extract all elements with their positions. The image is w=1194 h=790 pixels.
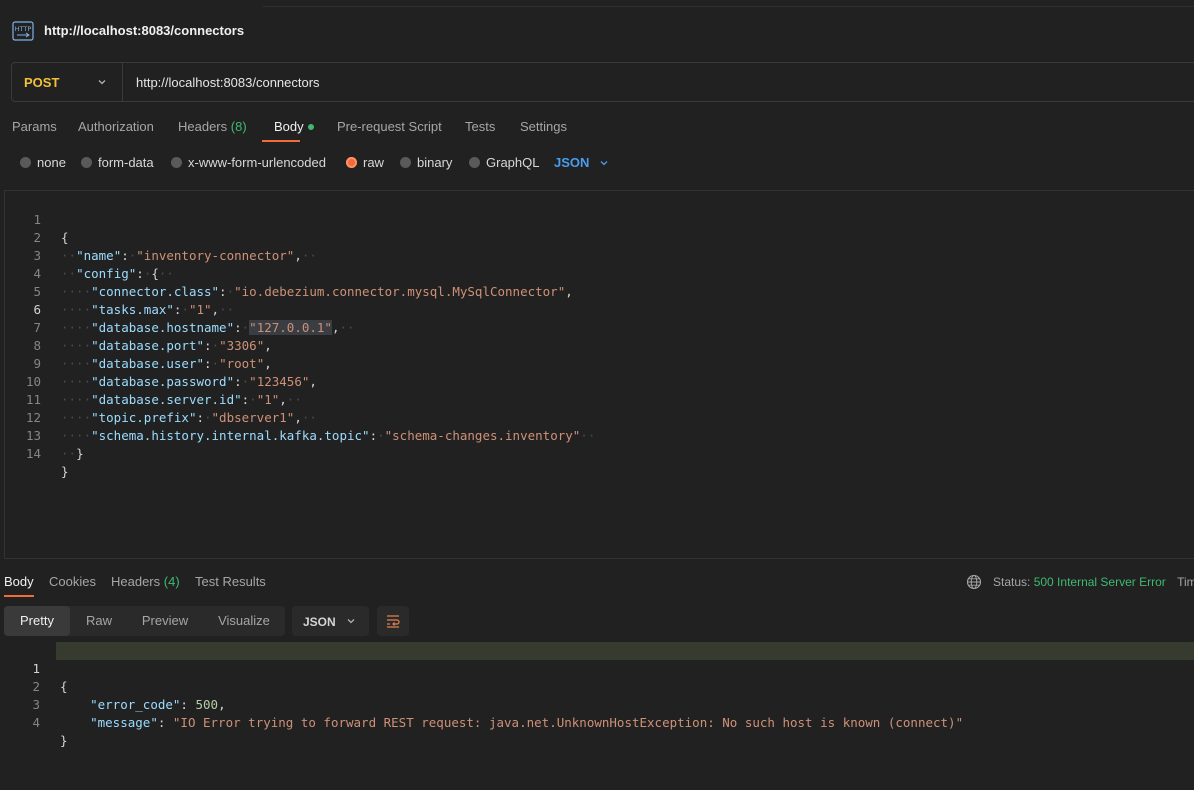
chevron-down-icon[interactable] — [598, 157, 610, 169]
tab-authorization[interactable]: Authorization — [78, 119, 154, 134]
radio-none[interactable]: none — [20, 155, 66, 170]
raw-language-select[interactable]: JSON — [554, 155, 589, 170]
view-pretty[interactable]: Pretty — [4, 606, 70, 636]
radio-label: binary — [417, 155, 453, 170]
response-format-select[interactable]: JSON — [292, 606, 369, 636]
radio-circle — [171, 157, 182, 169]
tab-strip-line — [263, 6, 1194, 7]
radio-circle-selected — [346, 157, 357, 169]
code-line: 4 } — [0, 696, 1194, 748]
code-line: 2 ··"name":·"inventory-connector",·· — [5, 211, 1194, 263]
radio-graphql[interactable]: GraphQL — [469, 155, 539, 170]
radio-circle — [469, 157, 480, 169]
chevron-down-icon[interactable] — [96, 76, 108, 88]
code-line: 10 ····"database.server.id":·"1",·· — [5, 355, 1194, 407]
response-tab-test-results[interactable]: Test Results — [195, 574, 266, 589]
view-preview[interactable]: Preview — [130, 606, 200, 636]
status-label: Status: — [993, 575, 1031, 589]
method-select[interactable]: POST — [24, 75, 59, 90]
radio-raw[interactable]: raw — [346, 155, 384, 170]
time-label: Tim — [1177, 575, 1194, 589]
modified-dot — [307, 123, 314, 130]
code-line: 5 ····"tasks.max":·"1",·· — [5, 265, 1194, 317]
title-bar: HTTP http://localhost:8083/connectors — [0, 0, 1194, 62]
globe-icon[interactable] — [966, 574, 982, 590]
active-tab-indicator — [262, 140, 300, 142]
radio-circle — [81, 157, 92, 169]
view-visualize[interactable]: Visualize — [206, 606, 282, 636]
radio-urlencoded[interactable]: x-www-form-urlencoded — [171, 155, 326, 170]
code-line: 1 { — [5, 193, 1194, 245]
headers-count: (8) — [230, 119, 247, 134]
tab-pre-request-script[interactable]: Pre-request Script — [337, 119, 442, 134]
response-tab-headers-label: Headers — [111, 574, 161, 589]
wrap-lines-button[interactable] — [377, 606, 409, 636]
code-line: 11 ····"topic.prefix":·"dbserver1",·· — [5, 373, 1194, 425]
response-tab-headers[interactable]: Headers (4) — [111, 574, 180, 589]
chevron-down-icon — [347, 619, 355, 624]
radio-circle — [400, 157, 411, 169]
json-key: "message" — [90, 715, 158, 730]
radio-binary[interactable]: binary — [400, 155, 452, 170]
status-value[interactable]: 500 Internal Server Error — [1034, 575, 1166, 589]
response-view-modes: Pretty Raw Preview Visualize — [4, 606, 285, 636]
radio-form-data[interactable]: form-data — [81, 155, 154, 170]
code-line: 13 ··} — [5, 409, 1194, 461]
url-bar: POST — [11, 62, 1194, 102]
http-request-icon: HTTP — [12, 21, 34, 41]
response-status: Status: 500 Internal Server Error Tim — [993, 575, 1194, 589]
response-headers-count: (4) — [163, 574, 180, 589]
code-line: 8 ····"database.user":·"root", — [5, 319, 1194, 371]
tab-headers-label: Headers — [178, 119, 228, 134]
code-line: 4 ····"connector.class":·"io.debezium.co… — [5, 247, 1194, 299]
response-tab-cookies[interactable]: Cookies — [49, 574, 96, 589]
code-text: ··} — [61, 446, 84, 461]
response-tab-body[interactable]: Body — [4, 574, 34, 589]
tab-headers[interactable]: Headers (8) — [178, 119, 247, 134]
code-line: 9 ····"database.password":·"123456", — [5, 337, 1194, 389]
radio-circle — [20, 157, 31, 169]
radio-label: form-data — [98, 155, 154, 170]
radio-label: raw — [363, 155, 384, 170]
code-line: 6 ····"database.hostname":·"127.0.0.1",·… — [5, 283, 1194, 335]
code-text: "message": "IO Error trying to forward R… — [90, 715, 964, 730]
url-input[interactable] — [136, 72, 836, 92]
line-number: 14 — [25, 446, 41, 461]
response-active-tab-indicator — [4, 595, 34, 597]
json-value: "IO Error trying to forward REST request… — [172, 715, 964, 730]
code-text: } — [60, 733, 68, 748]
code-line: 12 ····"schema.history.internal.kafka.to… — [5, 391, 1194, 443]
radio-label: x-www-form-urlencoded — [188, 155, 326, 170]
response-body-viewer[interactable]: 1 { 2 "error_code": 500, 3 "message": "I… — [0, 642, 1194, 748]
code-line: 3 "message": "IO Error trying to forward… — [0, 678, 1194, 730]
svg-text:HTTP: HTTP — [15, 25, 32, 33]
code-line: 3 ··"config":·{·· — [5, 229, 1194, 281]
request-title[interactable]: http://localhost:8083/connectors — [44, 23, 244, 38]
code-text: } — [61, 464, 69, 479]
tab-tests[interactable]: Tests — [465, 119, 495, 134]
tab-body-label: Body — [274, 119, 304, 134]
view-raw[interactable]: Raw — [74, 606, 124, 636]
line-number: 4 — [32, 715, 40, 730]
code-line: 7 ····"database.port":·"3306", — [5, 301, 1194, 353]
code-line: 2 "error_code": 500, — [0, 660, 1194, 712]
tab-body[interactable]: Body — [274, 119, 314, 134]
code-line: 1 { — [0, 642, 1194, 694]
tab-params[interactable]: Params — [12, 119, 57, 134]
tab-settings[interactable]: Settings — [520, 119, 567, 134]
format-label: JSON — [303, 615, 336, 629]
url-divider — [122, 63, 123, 101]
radio-label: GraphQL — [486, 155, 540, 170]
code-line: 14 } — [5, 427, 1194, 479]
request-body-editor[interactable]: 1 { 2 ··"name":·"inventory-connector",··… — [4, 190, 1194, 559]
wrap-lines-icon — [387, 615, 400, 628]
radio-label: none — [37, 155, 66, 170]
